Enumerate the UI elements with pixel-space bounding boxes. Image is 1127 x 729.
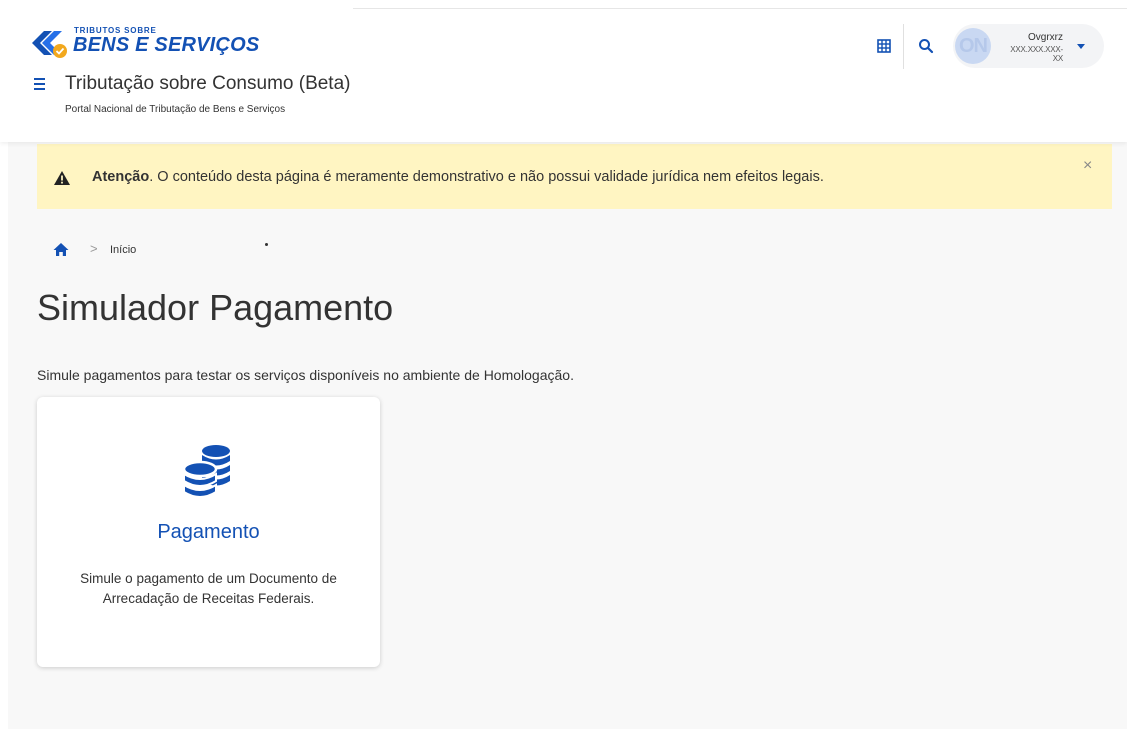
home-icon[interactable] xyxy=(53,242,69,257)
app-title: Tributação sobre Consumo (Beta) xyxy=(65,73,351,94)
app-header: TRIBUTOS SOBRE BENS E SERVIÇOS Tributaçã… xyxy=(0,0,1127,142)
page-description: Simule pagamentos para testar os serviço… xyxy=(37,367,574,383)
alert-message: Atenção. O conteúdo desta página é meram… xyxy=(92,169,824,185)
breadcrumb-separator: > xyxy=(90,241,98,256)
header-divider xyxy=(903,24,904,69)
user-name: Ovgrxrz xyxy=(1028,32,1063,43)
header-top-divider xyxy=(353,8,1127,9)
card-description: Simule o pagamento de um Documento de Ar… xyxy=(80,571,337,606)
decorative-dot xyxy=(265,243,268,246)
coins-icon xyxy=(182,445,230,498)
user-menu-button[interactable]: ON Ovgrxrz XXX.XXX.XXX-XX xyxy=(953,24,1104,68)
search-icon[interactable] xyxy=(918,38,934,54)
app-subtitle: Portal Nacional de Tributação de Bens e … xyxy=(65,104,286,115)
site-logo[interactable]: TRIBUTOS SOBRE BENS E SERVIÇOS xyxy=(30,25,259,61)
page-title: Simulador Pagamento xyxy=(37,287,394,328)
alert-strong: Atenção xyxy=(92,169,150,185)
warning-icon xyxy=(54,171,70,185)
menu-icon[interactable] xyxy=(34,78,48,92)
payment-card[interactable]: Pagamento Simule o pagamento de um Docum… xyxy=(37,397,380,667)
close-icon[interactable]: × xyxy=(1083,158,1092,174)
logo-big-text: BENS E SERVIÇOS xyxy=(73,34,260,56)
user-cpf: XXX.XXX.XXX-XX xyxy=(1010,45,1063,63)
card-title: Pagamento xyxy=(157,521,260,543)
left-edge xyxy=(0,142,8,729)
breadcrumb-current: Início xyxy=(110,244,137,256)
alert-body: . O conteúdo desta página é meramente de… xyxy=(149,169,824,185)
logo-tag-icon xyxy=(32,31,67,58)
avatar: ON xyxy=(955,28,991,64)
warning-alert: Atenção. O conteúdo desta página é meram… xyxy=(37,144,1112,209)
grid-icon[interactable] xyxy=(877,39,891,53)
chevron-down-icon xyxy=(1077,44,1085,49)
